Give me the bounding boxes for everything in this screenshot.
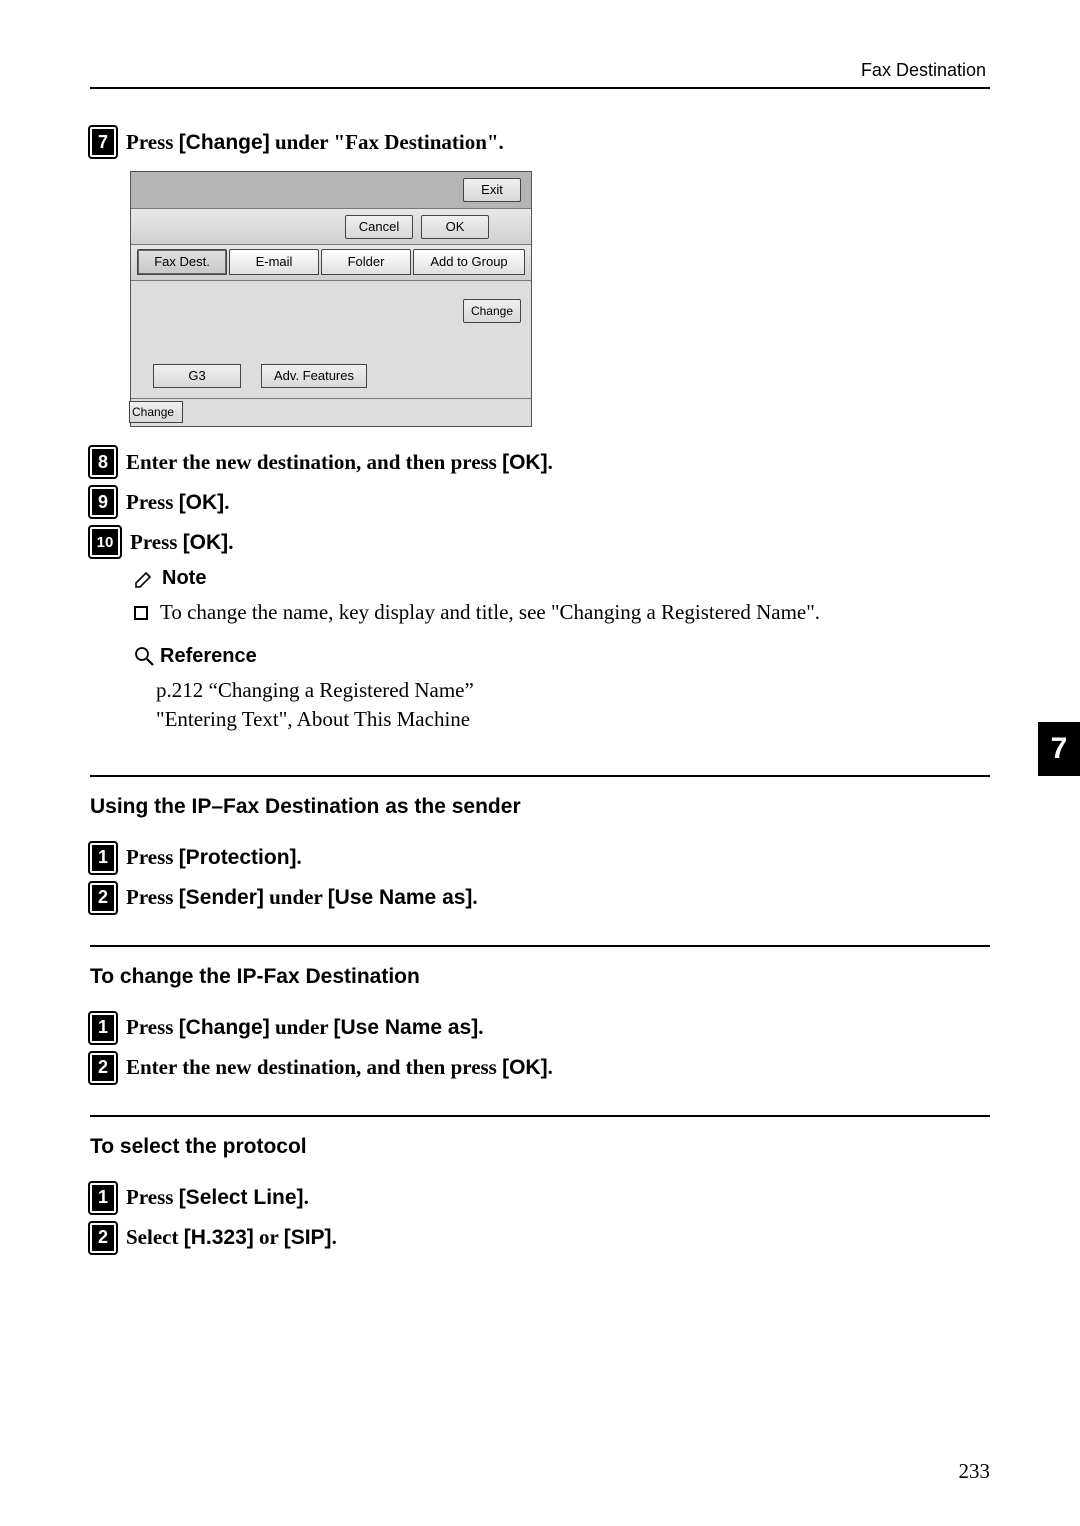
step-text: . xyxy=(472,885,477,909)
step-8: 8 Enter the new destination, and then pr… xyxy=(90,447,990,477)
step-keyboard-label: [OK] xyxy=(502,451,548,474)
note-title-text: Note xyxy=(162,567,206,590)
step-text: . xyxy=(224,490,229,514)
section2-step-2: 2 Enter the new destination, and then pr… xyxy=(90,1053,990,1083)
ok-button[interactable]: OK xyxy=(421,215,489,239)
change-button[interactable]: Change xyxy=(463,299,521,323)
pencil-icon xyxy=(134,569,154,589)
step-number-icon: 2 xyxy=(90,1223,116,1253)
step-text: . xyxy=(548,1055,553,1079)
step-keyboard-label: [Protection] xyxy=(179,846,297,869)
step-text: Enter the new destination, and then pres… xyxy=(126,450,502,474)
cancel-button[interactable]: Cancel xyxy=(345,215,413,239)
step-number-icon: 10 xyxy=(90,527,120,557)
note-block: Note To change the name, key display and… xyxy=(134,567,990,627)
panel-ok-row: Cancel OK xyxy=(131,208,531,244)
step-text: Press xyxy=(126,1015,179,1039)
panel-tabs: Fax Dest. E-mail Folder Add to Group xyxy=(131,244,531,280)
step-number-icon: 2 xyxy=(90,1053,116,1083)
step-keyboard-label: [Use Name as] xyxy=(334,1016,479,1039)
tab-email[interactable]: E-mail xyxy=(229,249,319,275)
step-text: Press xyxy=(126,130,179,154)
tab-fax-dest[interactable]: Fax Dest. xyxy=(137,249,227,275)
step-text: Press xyxy=(126,490,179,514)
step-keyboard-label: [H.323] xyxy=(184,1226,254,1249)
section-heading-change: To change the IP-Fax Destination xyxy=(90,965,990,989)
step-text: Press xyxy=(126,845,179,869)
exit-button[interactable]: Exit xyxy=(463,178,521,202)
step-text: under xyxy=(270,1015,334,1039)
step-keyboard-label: [OK] xyxy=(183,531,229,554)
step-text: . xyxy=(297,845,302,869)
reference-body: p.212 “Changing a Registered Name” "Ente… xyxy=(156,676,990,735)
step-text: Select xyxy=(126,1225,184,1249)
fax-destination-panel: Exit Cancel OK Fax Dest. E-mail Folder A… xyxy=(130,171,532,427)
panel-bottom-area: Change xyxy=(131,398,531,426)
step-keyboard-label: [Sender] xyxy=(179,886,264,909)
step-number-icon: 9 xyxy=(90,487,116,517)
adv-features-button[interactable]: Adv. Features xyxy=(261,364,367,388)
chapter-tab: 7 xyxy=(1038,722,1080,776)
note-bullet-icon xyxy=(134,606,148,620)
step-text: under xyxy=(264,885,328,909)
step-9: 9 Press [OK]. xyxy=(90,487,990,517)
step-7: 7 Press [Change] under "Fax Destination"… xyxy=(90,127,990,157)
tab-folder[interactable]: Folder xyxy=(321,249,411,275)
step-number-icon: 1 xyxy=(90,1183,116,1213)
section-rule xyxy=(90,945,990,947)
tab-add-to-group[interactable]: Add to Group xyxy=(413,249,525,275)
step-keyboard-label: [SIP] xyxy=(284,1226,332,1249)
step-keyboard-label: [Change] xyxy=(179,1016,270,1039)
step-text: . xyxy=(478,1015,483,1039)
step-text: . xyxy=(304,1185,309,1209)
panel-mid-area: Change G3 Adv. Features xyxy=(131,280,531,398)
step-number-icon: 1 xyxy=(90,843,116,873)
step-text: Press xyxy=(126,885,179,909)
step-text: or xyxy=(254,1225,284,1249)
step-text: Press xyxy=(130,530,183,554)
section-rule xyxy=(90,775,990,777)
step-keyboard-label: [Select Line] xyxy=(179,1186,304,1209)
step-number-icon: 7 xyxy=(90,127,116,157)
step-keyboard-label: [OK] xyxy=(502,1056,548,1079)
step-keyboard-label: [OK] xyxy=(179,491,225,514)
step-text: Enter the new destination, and then pres… xyxy=(126,1055,502,1079)
reference-title: Reference xyxy=(134,645,990,668)
step-keyboard-label: [Use Name as] xyxy=(328,886,473,909)
note-body: To change the name, key display and titl… xyxy=(134,598,990,627)
step-text: Press xyxy=(126,1185,179,1209)
section-heading-protocol: To select the protocol xyxy=(90,1135,990,1159)
step-text: . xyxy=(228,530,233,554)
step-text: . xyxy=(548,450,553,474)
note-title: Note xyxy=(134,567,990,590)
section-heading-sender: Using the IP–Fax Destination as the send… xyxy=(90,795,990,819)
reference-title-text: Reference xyxy=(160,645,257,668)
reference-line-2: "Entering Text", About This Machine xyxy=(156,705,990,734)
section-rule xyxy=(90,1115,990,1117)
section1-step-2: 2 Press [Sender] under [Use Name as]. xyxy=(90,883,990,913)
step-number-icon: 1 xyxy=(90,1013,116,1043)
section3-step-1: 1 Press [Select Line]. xyxy=(90,1183,990,1213)
page-number: 233 xyxy=(959,1459,991,1484)
step-keyboard-label: [Change] xyxy=(179,131,270,154)
magnifier-icon xyxy=(134,646,154,666)
step-text: under "Fax Destination". xyxy=(270,130,504,154)
step-10: 10 Press [OK]. xyxy=(90,527,990,557)
g3-button[interactable]: G3 xyxy=(153,364,241,388)
header-rule xyxy=(90,87,990,89)
section2-step-1: 1 Press [Change] under [Use Name as]. xyxy=(90,1013,990,1043)
panel-top-row: Exit xyxy=(131,172,531,208)
header-section-label: Fax Destination xyxy=(90,60,990,81)
step-number-icon: 2 xyxy=(90,883,116,913)
reference-line-1: p.212 “Changing a Registered Name” xyxy=(156,676,990,705)
step-text: . xyxy=(332,1225,337,1249)
section3-step-2: 2 Select [H.323] or [SIP]. xyxy=(90,1223,990,1253)
change-button-bottom[interactable]: Change xyxy=(129,401,183,423)
step-number-icon: 8 xyxy=(90,447,116,477)
note-body-text: To change the name, key display and titl… xyxy=(160,600,820,624)
reference-block: Reference p.212 “Changing a Registered N… xyxy=(134,645,990,735)
section1-step-1: 1 Press [Protection]. xyxy=(90,843,990,873)
